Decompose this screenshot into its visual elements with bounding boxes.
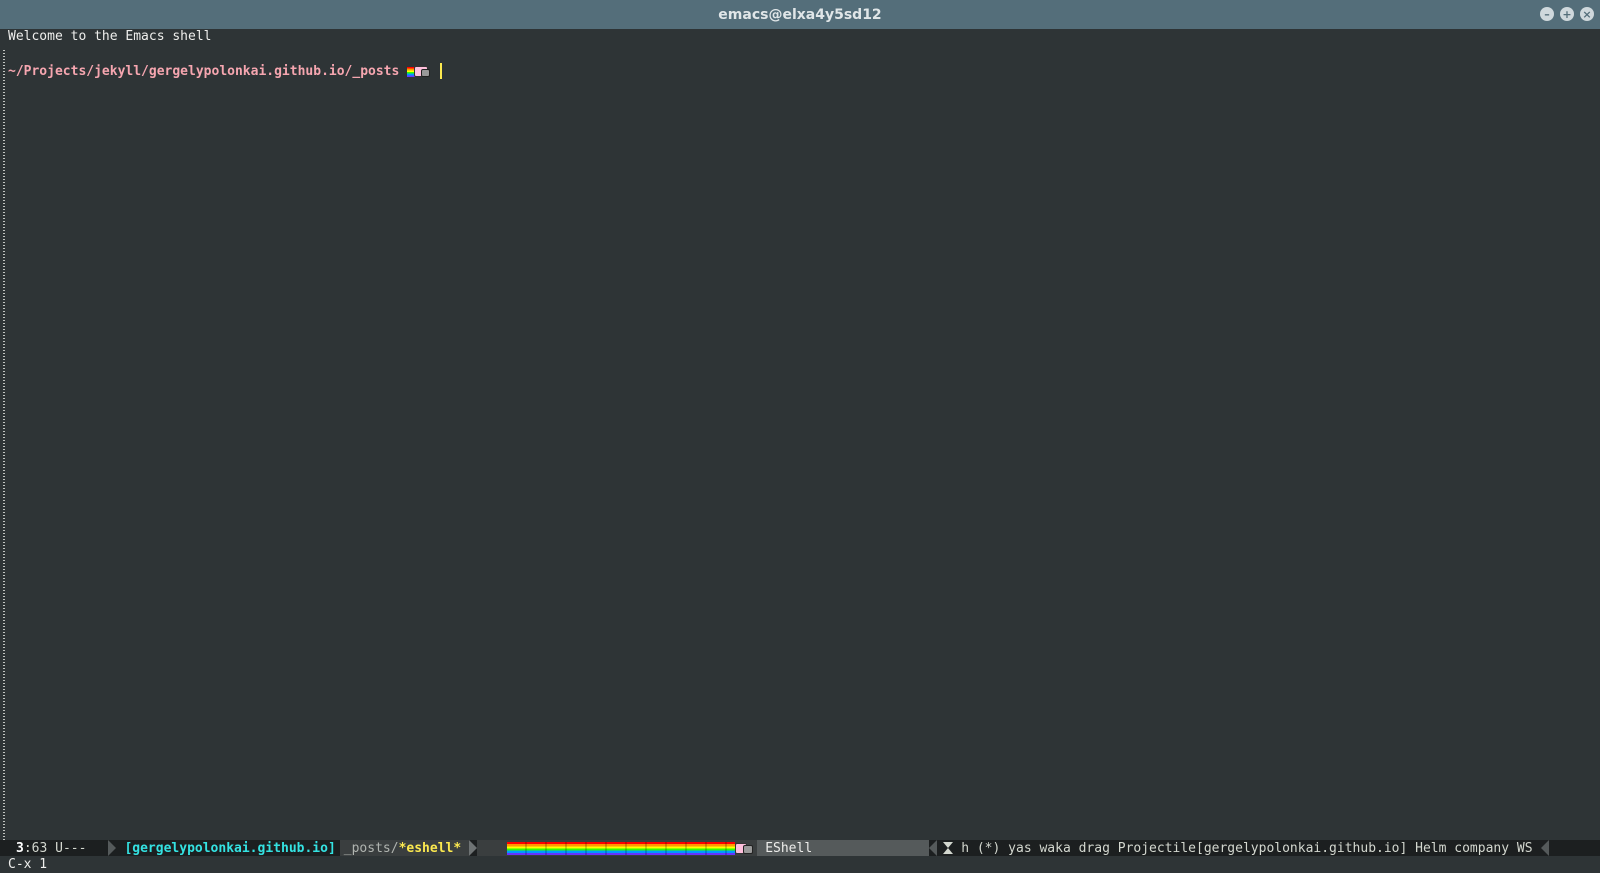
window-controls: – + × bbox=[1540, 7, 1594, 21]
buffer-name[interactable]: *eshell* bbox=[398, 840, 470, 856]
nyan-cat-icon bbox=[407, 65, 431, 78]
buffer-state: U--- bbox=[47, 840, 87, 856]
cursor-position: 3:63 U--- bbox=[0, 840, 86, 856]
modeline-separator bbox=[108, 840, 117, 856]
line-number: 3 bbox=[16, 840, 24, 856]
echo-area: C-x 1 bbox=[0, 856, 1600, 873]
buffer-fringe bbox=[3, 50, 5, 840]
minimize-icon[interactable]: – bbox=[1540, 7, 1554, 21]
minor-modes[interactable]: h (*) yas waka drag Projectile[gergelypo… bbox=[937, 840, 1533, 856]
maximize-icon[interactable]: + bbox=[1560, 7, 1574, 21]
nyan-rainbow bbox=[507, 841, 736, 855]
text-cursor bbox=[440, 63, 443, 79]
buffer-directory: _posts/ bbox=[339, 840, 399, 856]
close-icon[interactable]: × bbox=[1580, 7, 1594, 21]
nyan-cat-icon bbox=[735, 842, 755, 855]
window-title: emacs@elxa4y5sd12 bbox=[718, 6, 882, 23]
modeline-separator bbox=[469, 840, 478, 856]
projectile-project[interactable]: [gergelypolonkai.github.io] bbox=[116, 840, 340, 856]
eshell-prompt-line[interactable]: ~/Projects/jekyll/gergelypolonkai.github… bbox=[8, 63, 443, 79]
nyan-progress[interactable] bbox=[477, 840, 758, 856]
prompt-path: ~/Projects/jekyll/gergelypolonkai.github… bbox=[8, 63, 400, 79]
mode-line[interactable]: 3:63 U--- [gergelypolonkai.github.io] _p… bbox=[0, 840, 1600, 856]
modeline-separator bbox=[929, 840, 938, 856]
column-number: :63 bbox=[23, 840, 48, 856]
hourglass-icon bbox=[943, 842, 954, 854]
major-mode[interactable]: EShell bbox=[757, 840, 930, 856]
welcome-message: Welcome to the Emacs shell bbox=[8, 29, 212, 44]
window-titlebar[interactable]: emacs@elxa4y5sd12 – + × bbox=[0, 0, 1600, 29]
modeline-separator bbox=[1540, 840, 1549, 856]
minor-modes-text: h (*) yas waka drag Projectile[gergelypo… bbox=[961, 840, 1533, 856]
eshell-buffer[interactable]: Welcome to the Emacs shell ~/Projects/je… bbox=[0, 29, 1600, 840]
